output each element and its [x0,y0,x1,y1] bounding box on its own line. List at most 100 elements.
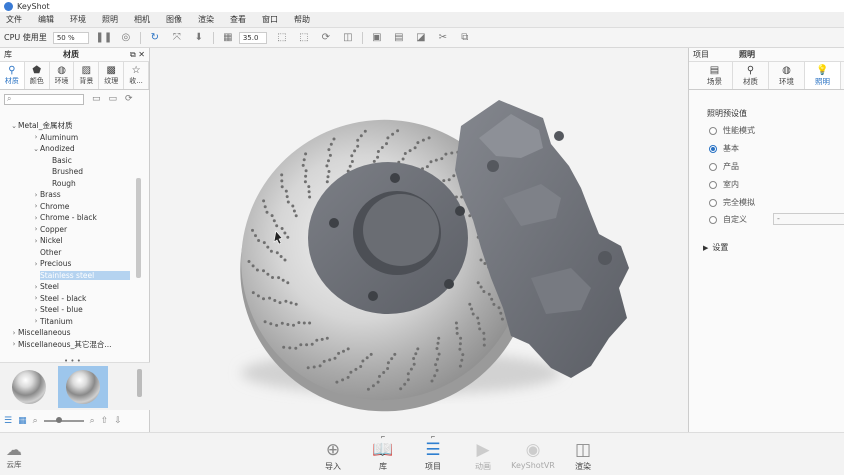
tab-environment[interactable]: ◍ 环境 [769,62,805,89]
chevron-right-icon[interactable]: › [32,306,40,314]
tree-item[interactable]: › Steel - blue [0,304,144,316]
chevron-right-icon[interactable]: › [10,340,18,348]
chevron-right-icon[interactable]: › [10,329,18,337]
preset-performance[interactable]: 性能模式 [709,125,755,136]
search-input[interactable]: ⌕ [4,93,84,105]
tree-item[interactable]: ⌄ Metal_金属材质 [0,120,144,132]
thumbnail-scrollbar[interactable] [137,369,142,397]
preset-product[interactable]: 产品 [709,161,739,172]
radio-button-checked[interactable] [709,144,717,153]
tree-item[interactable]: Stainless steel [0,270,144,282]
tree-scrollbar[interactable] [136,178,141,278]
cube-icon[interactable]: ▣ [371,32,383,44]
menu-lighting[interactable]: 照明 [102,14,118,25]
grid-view-icon[interactable]: ▦ [18,416,27,426]
menu-window[interactable]: 窗口 [262,14,278,25]
refresh-icon[interactable]: ⟳ [320,32,332,44]
tab-environments[interactable]: ◍ 环境 [50,62,75,89]
preset-custom[interactable]: 自定义 [709,214,747,225]
tree-item[interactable]: Rough [0,178,144,190]
preset-interior[interactable]: 室内 [709,179,739,190]
radio-button[interactable] [709,126,717,135]
material-thumbnail-selected[interactable] [58,366,108,408]
menu-camera[interactable]: 相机 [134,14,150,25]
performance-mode-icon[interactable]: ◎ [120,32,132,44]
tree-item[interactable]: › Nickel [0,235,144,247]
radio-button[interactable] [709,180,717,189]
preset-full-simulation[interactable]: 完全模拟 [709,197,755,208]
chevron-right-icon[interactable]: › [32,214,40,222]
render-button[interactable]: ◫ 渲染 [553,439,613,472]
menu-render[interactable]: 渲染 [198,14,214,25]
chevron-right-icon[interactable]: › [32,191,40,199]
focal-length-field[interactable]: 35.0 [238,31,267,44]
cpu-usage-select[interactable]: 50 % [52,31,89,44]
tree-item[interactable]: › Miscellaneous_其它混合... [0,339,144,351]
radio-button[interactable] [709,162,717,171]
render-viewport[interactable] [151,48,688,432]
tab-colors[interactable]: ⬟ 颜色 [25,62,50,89]
preset-basic[interactable]: 基本 [709,143,739,154]
menu-environment[interactable]: 环境 [70,14,86,25]
tree-item[interactable]: Basic [0,155,144,167]
menu-help[interactable]: 帮助 [294,14,310,25]
window-controls-icon[interactable]: ⧉ ✕ [130,50,145,60]
radio-button[interactable] [709,198,717,207]
thumbnail-size-slider[interactable] [43,417,84,423]
custom-preset-select[interactable]: - [773,213,844,225]
pause-icon[interactable]: ❚❚ [95,32,112,44]
menu-file[interactable]: 文件 [6,14,22,25]
tree-item[interactable]: › Steel - black [0,293,144,305]
refresh-icon[interactable]: ⟳ [125,94,133,104]
chevron-right-icon[interactable]: › [32,283,40,291]
grid-icon[interactable]: ▦ [222,32,234,44]
tab-backplates[interactable]: ▨ 背景 [74,62,100,89]
settings-section-toggle[interactable]: ▶ 设置 [703,242,728,253]
download-icon[interactable]: ⇩ [114,416,122,426]
tab-textures[interactable]: ▩ 纹理 [99,62,125,89]
folder-add-icon[interactable]: ▭ [92,94,101,104]
tab-lighting[interactable]: 💡 照明 [805,62,841,89]
tab-favorites[interactable]: ☆ 收... [124,62,149,89]
chevron-right-icon[interactable]: › [32,260,40,268]
folder-import-icon[interactable]: ▭ [109,94,118,104]
upload-icon[interactable]: ⇧ [101,416,109,426]
screenshot-icon[interactable]: ⬚ [276,32,288,44]
zoom-in-icon[interactable]: ⌕ [90,416,95,426]
presentation-icon[interactable]: ▤ [393,32,405,44]
tree-item[interactable]: › Copper [0,224,144,236]
clipping-icon[interactable]: ◪ [415,32,427,44]
chevron-right-icon[interactable]: › [32,294,40,302]
chevron-right-icon[interactable]: › [32,237,40,245]
radio-button[interactable] [709,215,717,224]
move-down-icon[interactable]: ⬇ [193,32,205,44]
tree-item[interactable]: › Titanium [0,316,144,328]
tree-item[interactable]: › Aluminum [0,132,144,144]
geometry-view-icon[interactable]: ◫ [342,32,354,44]
material-thumbnail[interactable] [4,366,54,408]
fit-view-icon[interactable]: ⤧ [171,32,183,44]
chevron-down-icon[interactable]: ⌄ [10,122,18,130]
menu-view[interactable]: 查看 [230,14,246,25]
slider-knob[interactable] [55,417,62,423]
tree-item[interactable]: Brushed [0,166,144,178]
tools-icon[interactable]: ✂ [437,32,449,44]
chevron-right-icon[interactable]: › [32,133,40,141]
copy-icon[interactable]: ⧉ [459,32,471,44]
tab-materials[interactable]: ⚲ 材质 [0,62,25,89]
region-icon[interactable]: ⬚ [298,32,310,44]
chevron-right-icon[interactable]: › [32,202,40,210]
tree-item[interactable]: › Precious [0,258,144,270]
tree-item[interactable]: ⌄ Anodized [0,143,144,155]
list-view-icon[interactable]: ☰ [4,416,12,426]
tree-item[interactable]: › Chrome [0,201,144,213]
cloud-library-button[interactable]: ☁ 云库 [6,441,22,470]
tab-scene[interactable]: ▤ 场景 [697,62,733,89]
reset-view-icon[interactable]: ↻ [149,32,161,44]
zoom-out-icon[interactable]: ⌕ [33,416,38,426]
menu-image[interactable]: 图像 [166,14,182,25]
tree-item[interactable]: › Miscellaneous [0,327,144,339]
chevron-right-icon[interactable]: › [32,225,40,233]
tree-item[interactable]: › Steel [0,281,144,293]
tab-material[interactable]: ⚲ 材质 [733,62,769,89]
